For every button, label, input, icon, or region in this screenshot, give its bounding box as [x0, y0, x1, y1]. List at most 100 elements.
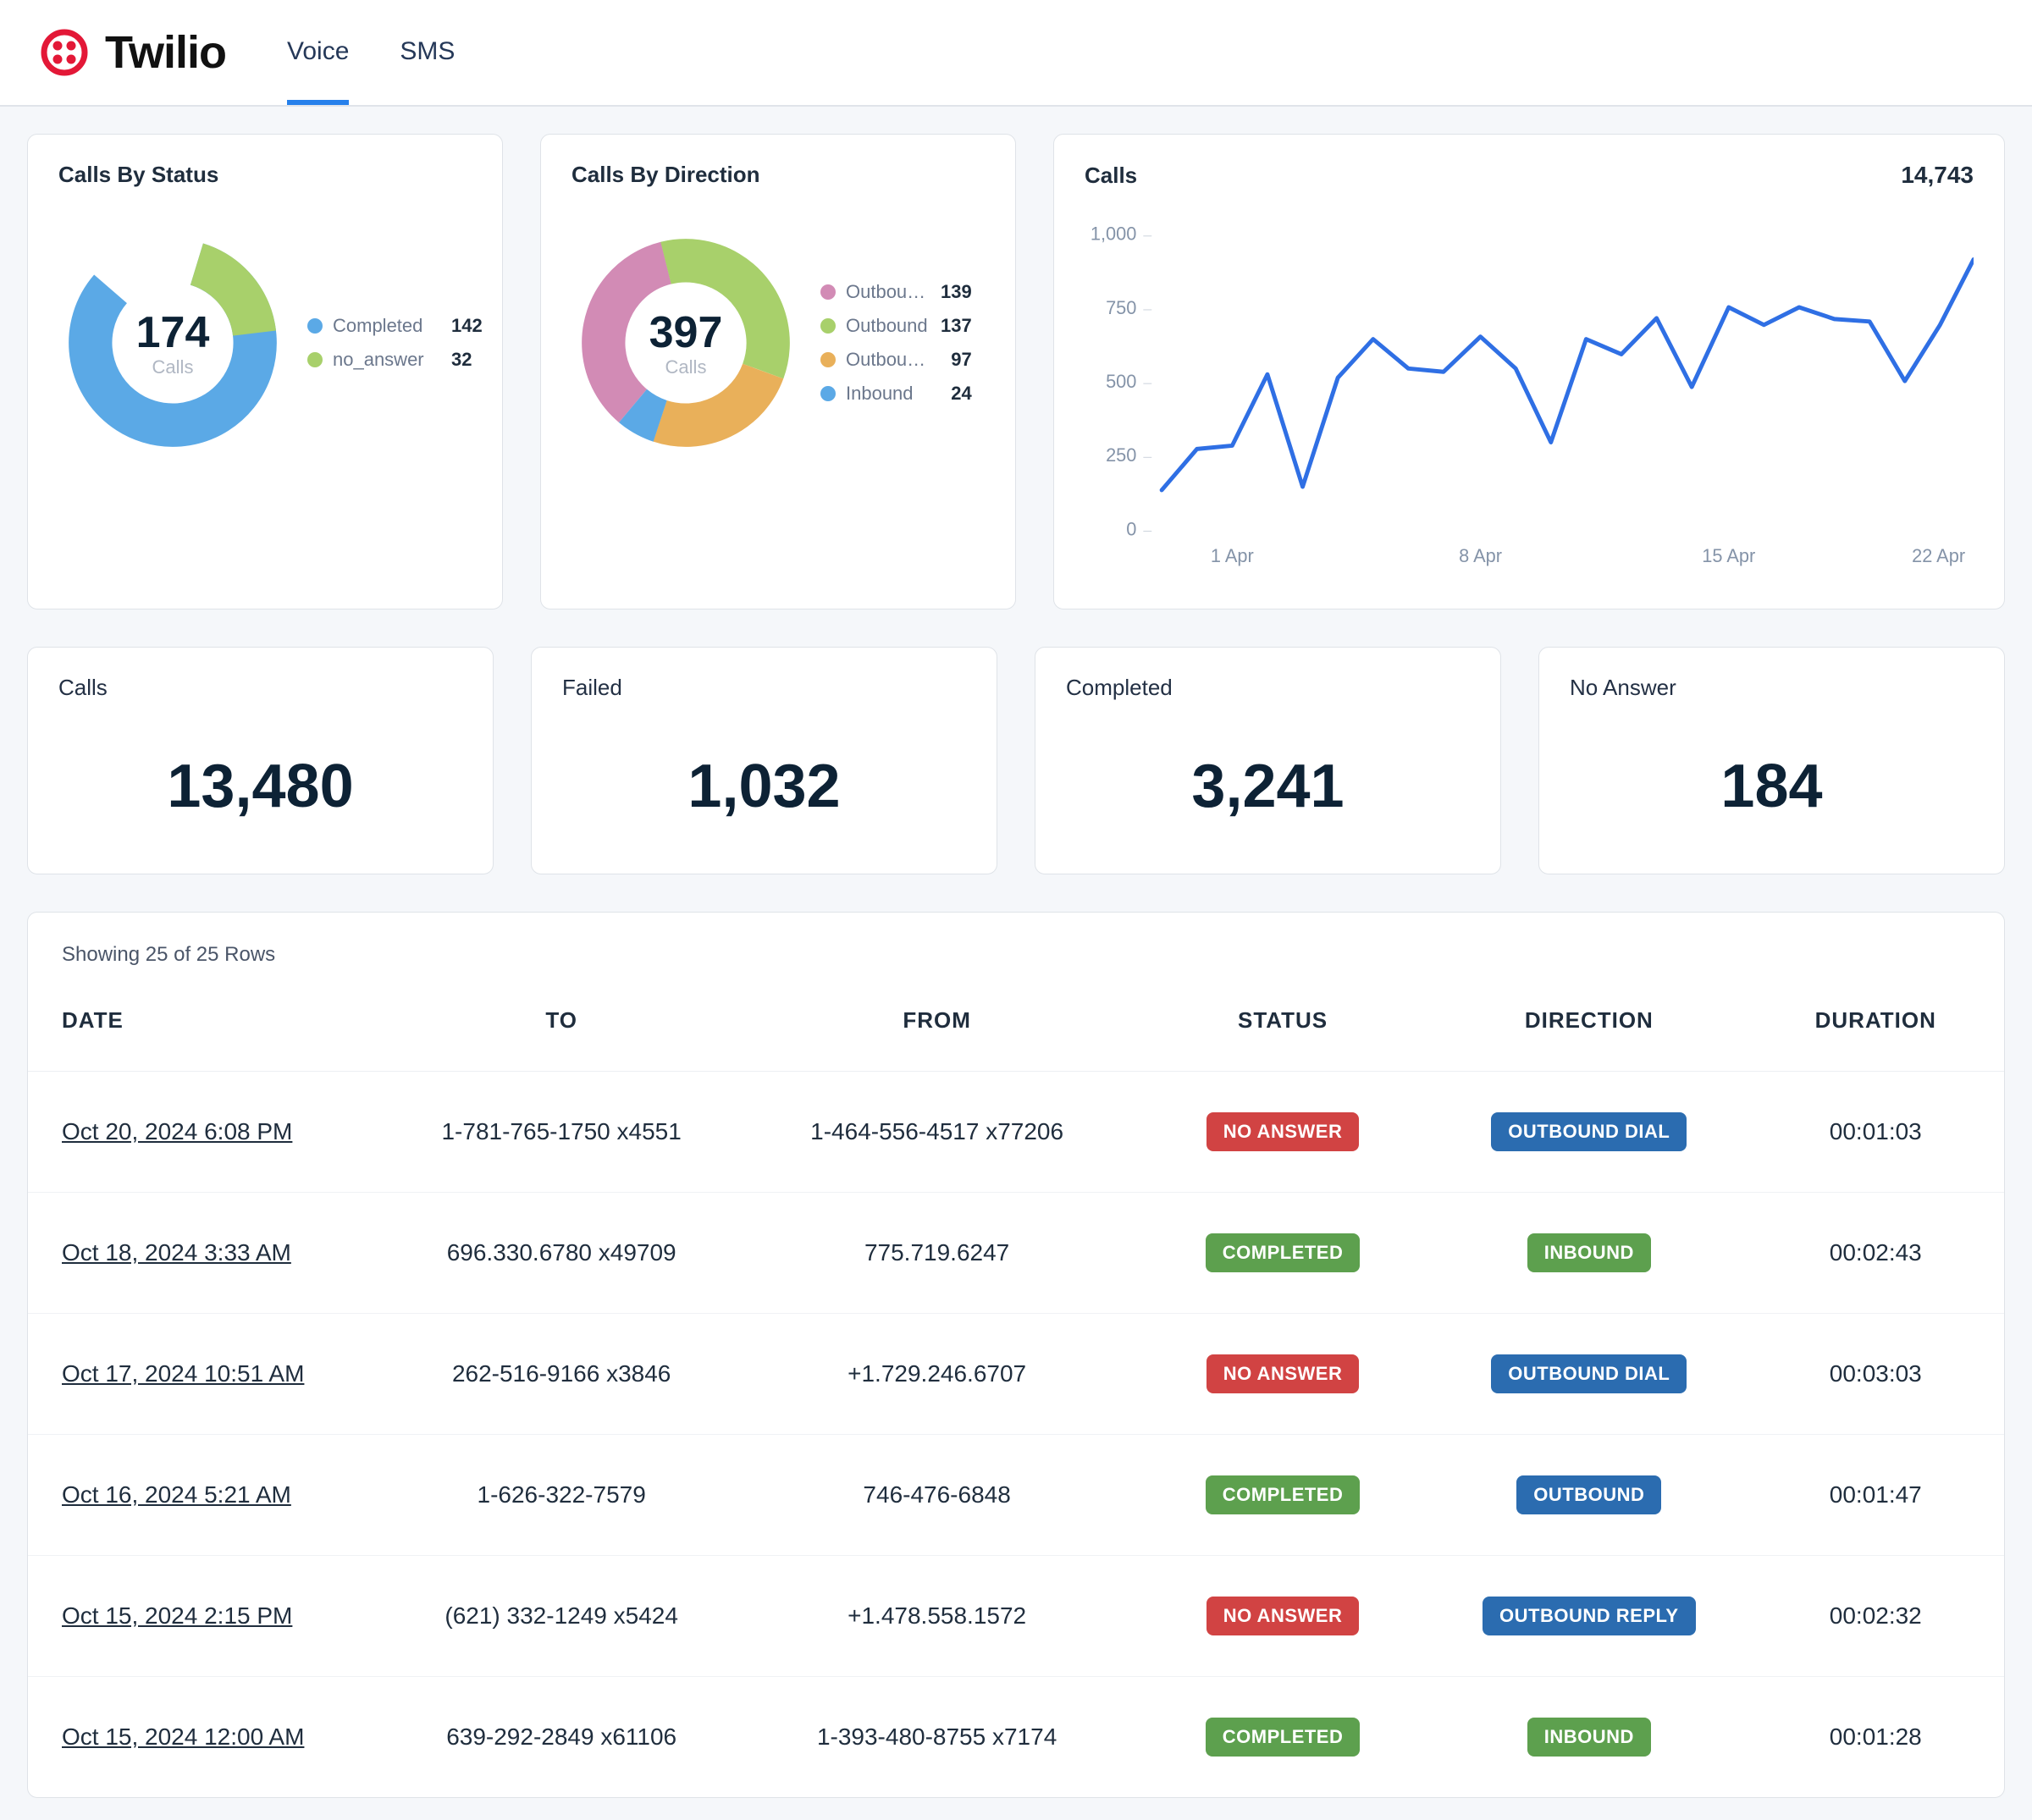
legend-item: Outbou… 139 — [820, 281, 972, 303]
col-to[interactable]: TO — [384, 977, 739, 1072]
svg-text:0: 0 — [1126, 518, 1136, 539]
legend-value: 32 — [451, 349, 472, 371]
direction-badge: OUTBOUND DIAL — [1491, 1354, 1687, 1393]
calls-total: 14,743 — [1901, 162, 1974, 189]
legend-label: no_answer — [333, 349, 434, 371]
call-duration: 00:02:32 — [1748, 1556, 2004, 1677]
call-to: 1-626-322-7579 — [384, 1435, 739, 1556]
app-header: Twilio Voice SMS — [0, 0, 2032, 107]
legend-dot-icon — [820, 352, 836, 367]
direction-badge: INBOUND — [1527, 1718, 1651, 1757]
col-direction[interactable]: DIRECTION — [1431, 977, 1747, 1072]
col-status[interactable]: STATUS — [1135, 977, 1431, 1072]
status-donut-chart: 174 Calls — [58, 229, 287, 457]
svg-text:250: 250 — [1106, 444, 1136, 466]
status-badge: COMPLETED — [1206, 1233, 1361, 1272]
table-row: Oct 16, 2024 5:21 AM 1-626-322-7579746-47… — [28, 1435, 2004, 1556]
legend-dot-icon — [820, 318, 836, 334]
legend-value: 142 — [451, 315, 483, 337]
call-duration: 00:01:28 — [1748, 1677, 2004, 1798]
table-row: Oct 17, 2024 10:51 AM 262-516-9166 x3846+… — [28, 1314, 2004, 1435]
status-badge: COMPLETED — [1206, 1475, 1361, 1514]
svg-text:15 Apr: 15 Apr — [1702, 545, 1755, 566]
legend-label: Outbound — [846, 315, 930, 337]
card-title: Calls By Direction — [572, 162, 985, 188]
call-duration: 00:03:03 — [1748, 1314, 2004, 1435]
svg-text:750: 750 — [1106, 297, 1136, 318]
charts-row: Calls By Status 174 Calls Completed — [27, 134, 2005, 609]
status-badge: NO ANSWER — [1206, 1112, 1360, 1151]
call-from: 775.719.6247 — [739, 1193, 1135, 1314]
status-sub: Calls — [152, 356, 194, 378]
svg-text:1,000: 1,000 — [1091, 223, 1137, 245]
legend-item: Inbound 24 — [820, 383, 972, 405]
status-badge: NO ANSWER — [1206, 1354, 1360, 1393]
call-to: 639-292-2849 x61106 — [384, 1677, 739, 1798]
metric-value: 184 — [1570, 752, 1974, 821]
card-title: Calls — [1085, 163, 1137, 189]
calls-line-chart: 1,000 750 500 250 0 1 Apr 8 Apr 15 Apr 2… — [1085, 209, 1974, 582]
call-date-link[interactable]: Oct 15, 2024 2:15 PM — [62, 1602, 292, 1629]
legend-label: Inbound — [846, 383, 930, 405]
call-date-link[interactable]: Oct 16, 2024 5:21 AM — [62, 1481, 291, 1508]
status-legend: Completed 142 no_answer 32 — [307, 315, 483, 371]
legend-item: Outbound 137 — [820, 315, 972, 337]
svg-text:22 Apr: 22 Apr — [1912, 545, 1965, 566]
brand-block: Twilio — [41, 26, 226, 79]
metric-label: Failed — [562, 675, 966, 701]
call-duration: 00:01:03 — [1748, 1072, 2004, 1193]
call-to: 1-781-765-1750 x4551 — [384, 1072, 739, 1193]
legend-value: 97 — [951, 349, 971, 371]
call-date-link[interactable]: Oct 20, 2024 6:08 PM — [62, 1118, 292, 1144]
direction-badge: INBOUND — [1527, 1233, 1651, 1272]
legend-dot-icon — [820, 386, 836, 401]
call-from: 746-476-6848 — [739, 1435, 1135, 1556]
metric-completed: Completed 3,241 — [1035, 647, 1501, 874]
call-date-link[interactable]: Oct 17, 2024 10:51 AM — [62, 1360, 304, 1387]
legend-item: Outbou… 97 — [820, 349, 972, 371]
svg-text:1 Apr: 1 Apr — [1211, 545, 1254, 566]
legend-value: 137 — [941, 315, 972, 337]
svg-text:500: 500 — [1106, 371, 1136, 392]
legend-dot-icon — [820, 284, 836, 300]
call-date-link[interactable]: Oct 18, 2024 3:33 AM — [62, 1239, 291, 1266]
table-row: Oct 15, 2024 12:00 AM 639-292-2849 x61106… — [28, 1677, 2004, 1798]
col-from[interactable]: FROM — [739, 977, 1135, 1072]
card-title: Calls By Status — [58, 162, 472, 188]
rows-info: Showing 25 of 25 Rows — [28, 913, 2004, 977]
legend-value: 24 — [951, 383, 971, 405]
col-duration[interactable]: DURATION — [1748, 977, 2004, 1072]
call-from: 1-393-480-8755 x7174 — [739, 1677, 1135, 1798]
card-calls-by-direction: Calls By Direction 397 — [540, 134, 1016, 609]
dashboard-body: Calls By Status 174 Calls Completed — [0, 107, 2032, 1798]
metric-calls: Calls 13,480 — [27, 647, 494, 874]
call-to: 262-516-9166 x3846 — [384, 1314, 739, 1435]
table-row: Oct 18, 2024 3:33 AM 696.330.6780 x497097… — [28, 1193, 2004, 1314]
call-from: +1.729.246.6707 — [739, 1314, 1135, 1435]
legend-label: Outbou… — [846, 281, 930, 303]
direction-sub: Calls — [665, 356, 707, 378]
call-date-link[interactable]: Oct 15, 2024 12:00 AM — [62, 1723, 304, 1750]
metric-label: No Answer — [1570, 675, 1974, 701]
call-to: 696.330.6780 x49709 — [384, 1193, 739, 1314]
metric-value: 3,241 — [1066, 752, 1470, 821]
col-date[interactable]: DATE — [28, 977, 384, 1072]
metric-label: Completed — [1066, 675, 1470, 701]
legend-dot-icon — [307, 318, 323, 334]
metric-value: 13,480 — [58, 752, 462, 821]
legend-item-completed: Completed 142 — [307, 315, 483, 337]
twilio-logo-icon — [41, 29, 88, 76]
table-header-row: DATE TO FROM STATUS DIRECTION DURATION — [28, 977, 2004, 1072]
status-total: 174 — [136, 307, 210, 358]
direction-badge: OUTBOUND REPLY — [1483, 1597, 1696, 1635]
card-calls-timeline: Calls 14,743 1,000 750 500 250 0 — [1053, 134, 2005, 609]
table-row: Oct 15, 2024 2:15 PM(621) 332-1249 x5424… — [28, 1556, 2004, 1677]
direction-badge: OUTBOUND — [1516, 1475, 1661, 1514]
direction-total: 397 — [649, 307, 723, 358]
call-from: +1.478.558.1572 — [739, 1556, 1135, 1677]
legend-dot-icon — [307, 352, 323, 367]
tab-voice[interactable]: Voice — [287, 0, 349, 105]
legend-value: 139 — [941, 281, 972, 303]
tab-sms[interactable]: SMS — [400, 0, 455, 105]
brand-name: Twilio — [105, 26, 226, 79]
